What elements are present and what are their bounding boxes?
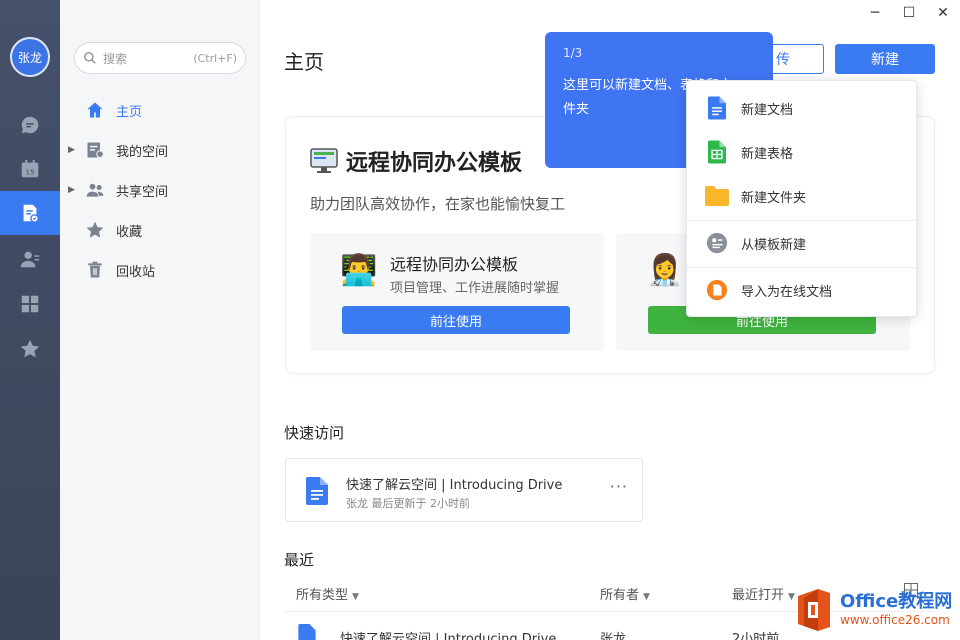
new-button[interactable]: 新建	[835, 44, 935, 74]
monitor-icon	[310, 148, 338, 173]
apps-icon	[21, 295, 39, 313]
star-icon	[20, 339, 40, 358]
template-desc: 项目管理、工作进展随时掌握	[390, 281, 560, 296]
maximize-button[interactable]: ☐	[892, 0, 926, 26]
filter-type[interactable]: 所有类型 ▼	[296, 584, 359, 603]
rail-favorites[interactable]	[0, 327, 60, 371]
recent-file-owner: 张龙	[600, 632, 627, 640]
template-card[interactable]: 👨‍💻 远程协同办公模板 项目管理、工作进展随时掌握 前往使用	[310, 233, 604, 351]
caret-down-icon: ▼	[352, 592, 359, 602]
cloud-docs-icon	[23, 204, 39, 223]
filter-recent-opened[interactable]: 最近打开 ▼	[732, 584, 795, 603]
page-title: 主页	[284, 50, 324, 74]
menu-item-from-template[interactable]: 从模板新建	[687, 221, 916, 265]
avatar[interactable]: 张龙	[10, 37, 50, 77]
watermark-line1: Office教程网	[840, 591, 953, 612]
template-icon	[706, 232, 728, 254]
sidebar: 搜索 (Ctrl+F) 主页 ▶ 我的空间 ▶ 共享空间 收藏 回收站	[60, 0, 260, 640]
sidebar-item-label: 收藏	[116, 224, 143, 240]
more-icon[interactable]: ···	[610, 477, 628, 496]
my-space-icon	[87, 142, 104, 158]
menu-item-new-folder[interactable]: 新建文件夹	[687, 174, 916, 218]
contacts-icon	[20, 251, 40, 268]
new-menu: 新建文档 新建表格 新建文件夹 从模板新建 导入为在线文档	[686, 80, 917, 317]
menu-item-new-sheet[interactable]: 新建表格	[687, 130, 916, 174]
window-controls: ─ ☐ ✕	[858, 0, 960, 26]
recent-title: 最近	[284, 551, 315, 569]
banner-title-text: 远程协同办公模板	[346, 151, 523, 176]
sidebar-item-label: 我的空间	[116, 144, 169, 160]
quick-access-card[interactable]: 快速了解云空间 | Introducing Drive 张龙 最后更新于 2小时…	[285, 458, 643, 522]
sheet-icon	[708, 140, 726, 164]
sidebar-item-label: 主页	[116, 104, 143, 120]
recent-file-name[interactable]: 快速了解云空间 | Introducing Drive	[340, 628, 556, 640]
chat-icon	[21, 116, 39, 134]
trash-icon	[88, 261, 102, 278]
site-watermark: Office教程网 www.office26.com	[794, 588, 952, 632]
menu-item-label: 从模板新建	[741, 237, 807, 253]
search-input[interactable]: 搜索 (Ctrl+F)	[74, 42, 246, 74]
menu-item-label: 新建表格	[741, 146, 794, 162]
menu-item-new-doc[interactable]: 新建文档	[687, 86, 916, 130]
star-icon	[86, 221, 104, 238]
close-button[interactable]: ✕	[926, 0, 960, 26]
file-meta: 张龙 最后更新于 2小时前	[346, 497, 470, 510]
menu-item-label: 导入为在线文档	[741, 284, 833, 300]
menu-item-import[interactable]: 导入为在线文档	[687, 268, 916, 312]
home-icon	[87, 102, 103, 118]
rail-contacts[interactable]	[0, 237, 60, 281]
filter-owner-label: 所有者	[600, 588, 640, 603]
rail-chat[interactable]	[0, 103, 60, 147]
sidebar-item-home[interactable]: 主页	[60, 90, 260, 130]
minimize-button[interactable]: ─	[858, 0, 892, 26]
filter-owner[interactable]: 所有者 ▼	[600, 584, 650, 603]
watermark-line2: www.office26.com	[840, 613, 950, 627]
shared-space-icon	[86, 183, 104, 197]
search-placeholder: 搜索	[103, 51, 128, 66]
caret-down-icon: ▼	[643, 592, 650, 602]
search-shortcut: (Ctrl+F)	[193, 51, 237, 65]
sidebar-item-label: 共享空间	[116, 184, 169, 200]
sidebar-item-favorites[interactable]: 收藏	[60, 210, 260, 250]
office-logo-icon	[798, 589, 830, 631]
expand-arrow-icon[interactable]: ▶	[68, 145, 78, 155]
menu-item-label: 新建文档	[741, 102, 794, 118]
import-icon	[706, 279, 728, 301]
office-worker-icon: 👨‍💻	[340, 253, 378, 288]
menu-item-label: 新建文件夹	[741, 190, 807, 206]
rail-calendar[interactable]: 15	[0, 147, 60, 191]
health-worker-icon: 👩‍⚕️	[646, 253, 684, 288]
doc-icon	[298, 624, 316, 640]
calendar-day: 15	[25, 168, 35, 177]
quick-access-title: 快速访问	[284, 424, 345, 442]
app-rail: 张龙 15	[0, 0, 60, 640]
recent-file-time: 2小时前	[732, 632, 780, 640]
expand-arrow-icon[interactable]: ▶	[68, 185, 78, 195]
banner-subtitle: 助力团队高效协作，在家也能愉快复工	[310, 195, 566, 213]
rail-apps[interactable]	[0, 282, 60, 326]
doc-icon	[306, 477, 328, 505]
search-icon	[84, 52, 96, 64]
rail-cloud-docs[interactable]	[0, 191, 60, 235]
filter-type-label: 所有类型	[296, 588, 349, 603]
banner-title: 远程协同办公模板	[310, 145, 522, 177]
use-template-button[interactable]: 前往使用	[342, 306, 570, 334]
tooltip-step: 1/3	[563, 46, 583, 60]
folder-icon	[705, 186, 729, 206]
calendar-icon: 15	[21, 159, 39, 178]
filter-recent-label: 最近打开	[732, 588, 785, 603]
template-name: 远程协同办公模板	[390, 255, 519, 274]
sidebar-item-shared-space[interactable]: ▶ 共享空间	[60, 170, 260, 210]
sidebar-item-my-space[interactable]: ▶ 我的空间	[60, 130, 260, 170]
sidebar-item-trash[interactable]: 回收站	[60, 250, 260, 290]
sidebar-item-label: 回收站	[116, 264, 156, 280]
doc-icon	[708, 96, 726, 120]
file-name: 快速了解云空间 | Introducing Drive	[346, 478, 563, 493]
